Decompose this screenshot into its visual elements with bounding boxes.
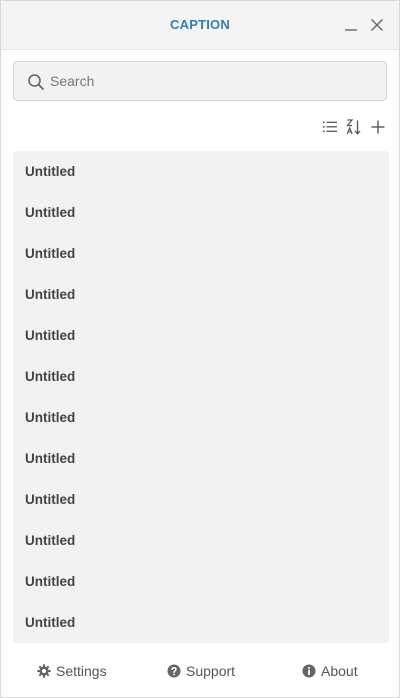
list-item[interactable]: Untitled: [13, 438, 389, 479]
list-view-icon: [323, 121, 337, 133]
support-label: Support: [186, 663, 236, 679]
add-button[interactable]: [369, 118, 387, 136]
sort-az-icon: [346, 119, 361, 135]
list-view-button[interactable]: [321, 118, 339, 136]
list-item[interactable]: Untitled: [13, 561, 389, 602]
window-title: CAPTION: [170, 17, 230, 32]
info-icon: [302, 664, 316, 678]
help-icon: [167, 664, 181, 678]
minimize-icon: [345, 29, 357, 31]
list-item[interactable]: Untitled: [13, 151, 389, 192]
settings-button[interactable]: Settings: [37, 661, 107, 681]
list-item[interactable]: Untitled: [13, 315, 389, 356]
about-label: About: [321, 663, 358, 679]
minimize-button[interactable]: [341, 15, 361, 35]
about-button[interactable]: About: [302, 661, 358, 681]
search-icon: [28, 74, 44, 90]
support-button[interactable]: Support: [167, 661, 235, 681]
search-input[interactable]: [50, 62, 378, 100]
list-item[interactable]: Untitled: [13, 397, 389, 438]
list-item[interactable]: Untitled: [13, 356, 389, 397]
close-button[interactable]: [367, 15, 387, 35]
list-item[interactable]: Untitled: [13, 274, 389, 315]
plus-icon: [371, 120, 385, 134]
sort-button[interactable]: [345, 118, 363, 136]
gear-icon: [37, 664, 51, 678]
app-window: CAPTION Search Untitled Untitled Untitle…: [0, 0, 400, 698]
list-item[interactable]: Untitled: [13, 192, 389, 233]
close-icon: [371, 19, 383, 31]
list-item[interactable]: Untitled: [13, 602, 389, 643]
list-item[interactable]: Untitled: [13, 520, 389, 561]
list-item[interactable]: Untitled: [13, 479, 389, 520]
search-box: [13, 61, 387, 101]
title-bar: CAPTION: [1, 1, 399, 50]
footer-bar: Settings Support About: [1, 651, 399, 691]
settings-label: Settings: [56, 663, 107, 679]
notes-list: Untitled Untitled Untitled Untitled Unti…: [13, 151, 389, 643]
list-item[interactable]: Untitled: [13, 233, 389, 274]
